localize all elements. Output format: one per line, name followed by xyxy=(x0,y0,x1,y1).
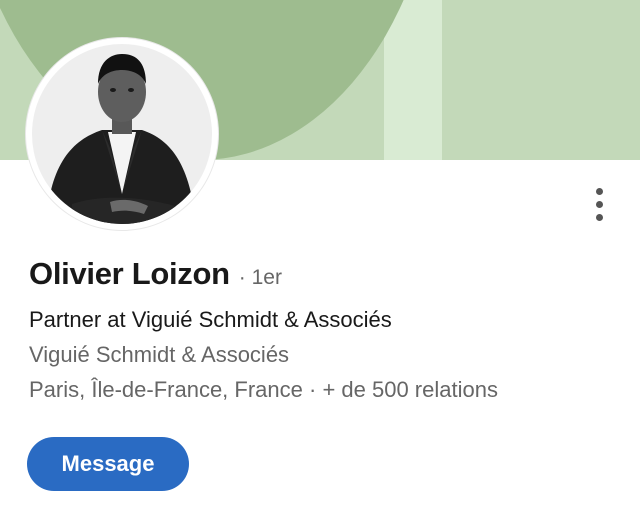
more-vertical-icon-dot xyxy=(595,213,603,221)
connection-degree: · 1er xyxy=(238,266,282,289)
profile-headline: Partner at Viguié Schmidt & Associés xyxy=(29,307,392,332)
banner-band-light xyxy=(384,0,442,160)
profile-name: Olivier Loizon xyxy=(29,256,230,291)
more-options-button[interactable] xyxy=(582,182,616,226)
location-row: Paris, Île-de-France, France · + de 500 … xyxy=(29,377,498,403)
profile-photo xyxy=(32,44,212,224)
message-button[interactable]: Message xyxy=(27,437,189,491)
profile-location: Paris, Île-de-France, France xyxy=(29,377,303,402)
more-vertical-icon xyxy=(595,187,603,195)
name-row: Olivier Loizon · 1er xyxy=(29,256,282,292)
profile-card: Olivier Loizon · 1er Partner at Viguié S… xyxy=(0,0,640,523)
connections-count[interactable]: + de 500 relations xyxy=(322,377,498,402)
more-vertical-icon-dot xyxy=(595,200,603,208)
profile-company[interactable]: Viguié Schmidt & Associés xyxy=(29,342,289,368)
avatar[interactable] xyxy=(26,38,218,230)
separator: · xyxy=(302,377,323,402)
